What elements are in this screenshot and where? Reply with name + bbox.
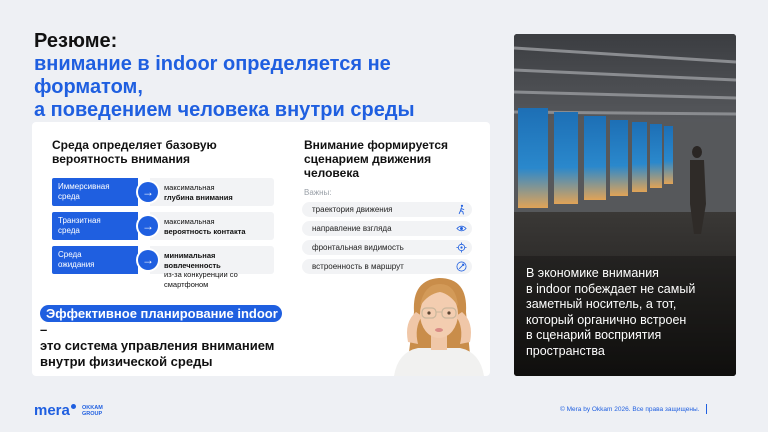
walking-person-icon [458, 204, 465, 215]
factor-pill-trajectory: траектория движения [302, 202, 472, 217]
summary-statement: Эффективное планирование indoor – это си… [40, 305, 290, 370]
environment-effect-label: минимальная вовлеченность из-за конкурен… [150, 246, 274, 289]
title-line-2: внимание в indoor определяется не формат… [34, 53, 391, 98]
route-icon [456, 261, 467, 272]
content-card: Среда определяет базовую вероятность вни… [32, 122, 490, 376]
target-icon [456, 242, 467, 253]
environment-type-label: Транзитная среда [52, 212, 138, 240]
photo-caption: В экономике внимания в indoor побеждает … [526, 266, 696, 358]
environment-type-label: Среда ожидания [52, 246, 138, 274]
logo-dot-icon [70, 404, 76, 409]
eye-icon [456, 225, 467, 232]
summary-highlight: Эффективное планирование indoor [40, 305, 282, 322]
mera-logo: mera OKKAM GROUP [34, 402, 103, 420]
subway-corridor-photo: В экономике внимания в indoor побеждает … [514, 34, 736, 376]
factor-pill-gaze: направление взгляда [302, 221, 472, 236]
environment-row-waiting: Среда ожидания минимальная вовлеченность… [52, 246, 274, 289]
environment-row-immersive: Иммерсивная среда максимальная глубина в… [52, 178, 274, 206]
environment-effect-label: максимальная глубина внимания [150, 178, 274, 206]
arrow-right-icon: → [138, 182, 158, 202]
okkam-group-label: OKKAM GROUP [82, 405, 103, 417]
woman-with-glasses-image [384, 272, 494, 376]
important-label: Важны: [304, 188, 332, 197]
arrow-right-icon: → [138, 250, 158, 270]
page-title: Резюме: внимание в indoor определяется н… [34, 30, 504, 122]
environment-type-label: Иммерсивная среда [52, 178, 138, 206]
environment-effect-label: максимальная вероятность контакта [150, 212, 274, 240]
environment-heading: Среда определяет базовую вероятность вни… [52, 138, 217, 166]
title-line-3: а поведением человека внутри среды [34, 99, 415, 121]
arrow-right-icon: → [138, 216, 158, 236]
attention-heading: Внимание формируется сценарием движения … [304, 138, 449, 180]
copyright-text: © Mera by Okkam 2026. Все права защищены… [560, 406, 700, 413]
footer-divider [706, 404, 707, 414]
factor-pill-visibility: фронтальная видимость [302, 240, 472, 255]
title-line-1: Резюме: [34, 30, 118, 52]
environment-row-transit: Транзитная среда максимальная вероятност… [52, 212, 274, 240]
